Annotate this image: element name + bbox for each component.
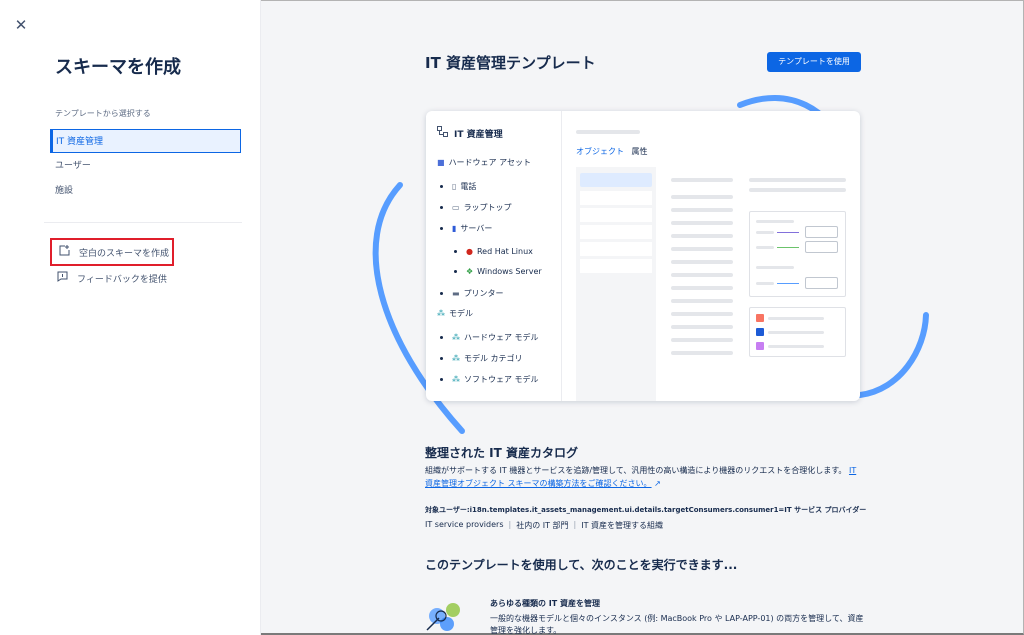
tree-item-server: ▮ サーバー	[440, 223, 492, 234]
sidebar-title: スキーマを作成	[55, 57, 181, 78]
skeleton-bar	[671, 234, 733, 238]
model-icon: ⁂	[452, 333, 460, 342]
target-user: IT service providers	[425, 520, 504, 529]
tree-item-hardware-model: ⁂ ハードウェア モデル	[440, 332, 539, 343]
tree-label: 電話	[460, 182, 477, 191]
feedback-icon	[55, 271, 69, 285]
skeleton-bar	[671, 299, 733, 303]
tab-objects: オブジェクト	[576, 147, 624, 156]
model-icon: ⁂	[452, 354, 460, 363]
skeleton-bar	[671, 178, 733, 182]
skeleton-bar	[671, 208, 733, 212]
model-icon: ⁂	[437, 309, 445, 318]
skeleton-bar	[671, 312, 733, 316]
catalog-title: 整理された IT 資産カタログ	[425, 446, 579, 460]
skeleton-bar	[671, 221, 733, 225]
tree-label: プリンター	[463, 289, 504, 298]
capabilities-title: このテンプレートを使用して、次のことを実行できます...	[425, 558, 738, 572]
skeleton-bar	[671, 351, 733, 355]
new-schema-icon	[57, 245, 71, 259]
close-icon[interactable]: ✕	[13, 17, 29, 33]
preview-header: IT 資産管理	[437, 126, 503, 140]
feature-description: 一般的な機器モデルと個々のインスタンス (例: MacBook Pro や LA…	[490, 614, 864, 635]
windows-icon: ❖	[466, 267, 474, 276]
tree-item-laptop: ▭ ラップトップ	[440, 202, 512, 213]
target-user: IT 資産を管理する組織	[581, 521, 664, 530]
sidebar-divider	[44, 222, 242, 223]
skeleton-legend-box	[749, 307, 846, 357]
catalog-description-text: 組織がサポートする IT 機器とサービスを追跡/管理して、汎用性の高い構造により…	[425, 466, 847, 475]
phone-icon: ▯	[452, 182, 457, 191]
target-users-list: IT service providers | 社内の IT 部門 | IT 資産…	[425, 520, 664, 530]
page-title: IT 資産管理テンプレート	[425, 54, 596, 72]
model-icon: ⁂	[452, 375, 460, 384]
preview-tree-panel: IT 資産管理 ■ ハードウェア アセット ▯ 電話 ▭ ラップトップ ▮ サー…	[426, 111, 562, 401]
tree-label: ハードウェア アセット	[448, 158, 531, 167]
tree-label: ラップトップ	[463, 203, 512, 212]
skeleton-bar	[671, 260, 733, 264]
printer-icon: ▬	[452, 289, 460, 298]
tree-label: Windows Server	[477, 267, 542, 276]
external-link-icon: ↗	[654, 479, 661, 488]
tree-label: モデル	[449, 309, 473, 318]
skeleton-bar	[749, 188, 846, 192]
tree-label: ソフトウェア モデル	[464, 375, 539, 384]
target-users-label: 対象ユーザー:i18n.templates.it_assets_manageme…	[425, 506, 867, 514]
laptop-icon: ▭	[452, 203, 460, 212]
tree-item-phone: ▯ 電話	[440, 181, 476, 192]
skeleton-bar	[749, 178, 846, 182]
template-preview-card: IT 資産管理 ■ ハードウェア アセット ▯ 電話 ▭ ラップトップ ▮ サー…	[426, 111, 860, 401]
skeleton-bar	[671, 325, 733, 329]
target-user: 社内の IT 部門	[516, 521, 569, 530]
tree-item-model-category: ⁂ モデル カテゴリ	[440, 353, 523, 364]
redhat-icon: ●	[466, 247, 473, 256]
sidebar: ✕ スキーマを作成 テンプレートから選択する IT 資産管理 ユーザー 施設 空…	[0, 0, 261, 635]
tree-item-redhat: ● Red Hat Linux	[454, 247, 533, 256]
skeleton-bar	[671, 338, 733, 342]
skeleton-list-bg	[576, 167, 656, 401]
template-section-label: テンプレートから選択する	[55, 109, 151, 118]
preview-detail-panel: オブジェクト 属性	[563, 111, 860, 401]
create-blank-schema-button[interactable]: 空白のスキーマを作成	[50, 238, 174, 266]
schema-icon	[437, 126, 448, 140]
skeleton-bar	[671, 195, 733, 199]
preview-header-label: IT 資産管理	[454, 129, 503, 140]
skeleton-bar	[671, 247, 733, 251]
template-item-it-assets[interactable]: IT 資産管理	[50, 129, 241, 153]
use-template-button[interactable]: テンプレートを使用	[767, 52, 861, 72]
tree-label: サーバー	[460, 224, 493, 233]
skeleton-relations-box	[749, 211, 846, 297]
server-icon: ▮	[452, 224, 457, 233]
tree-item-printer: ▬ プリンター	[440, 288, 504, 299]
skeleton-bar	[671, 286, 733, 290]
create-blank-schema-label: 空白のスキーマを作成	[79, 248, 170, 259]
tab-attributes: 属性	[631, 147, 648, 156]
tree-item-software-model: ⁂ ソフトウェア モデル	[440, 374, 539, 385]
skeleton-bar	[671, 273, 733, 277]
asset-management-icon	[426, 603, 460, 631]
tree-label: Red Hat Linux	[476, 247, 533, 256]
feedback-label: フィードバックを提供	[77, 274, 167, 285]
tree-label: モデル カテゴリ	[464, 354, 523, 363]
tree-label: ハードウェア モデル	[464, 333, 539, 342]
feature-title: あらゆる種類の IT 資産を管理	[490, 599, 601, 608]
template-item-users[interactable]: ユーザー	[50, 154, 241, 178]
tree-item-hardware: ■ ハードウェア アセット	[437, 157, 531, 168]
tree-item-model: ⁂ モデル	[437, 308, 473, 319]
catalog-description: 組織がサポートする IT 機器とサービスを追跡/管理して、汎用性の高い構造により…	[425, 464, 865, 490]
feedback-button[interactable]: フィードバックを提供	[50, 264, 174, 292]
tree-item-windows: ❖ Windows Server	[454, 267, 542, 276]
preview-tabs: オブジェクト 属性	[576, 146, 648, 157]
skeleton-bar	[576, 130, 640, 134]
template-item-facilities[interactable]: 施設	[50, 179, 241, 203]
template-list: IT 資産管理 ユーザー 施設	[50, 129, 241, 204]
hardware-icon: ■	[437, 158, 445, 167]
